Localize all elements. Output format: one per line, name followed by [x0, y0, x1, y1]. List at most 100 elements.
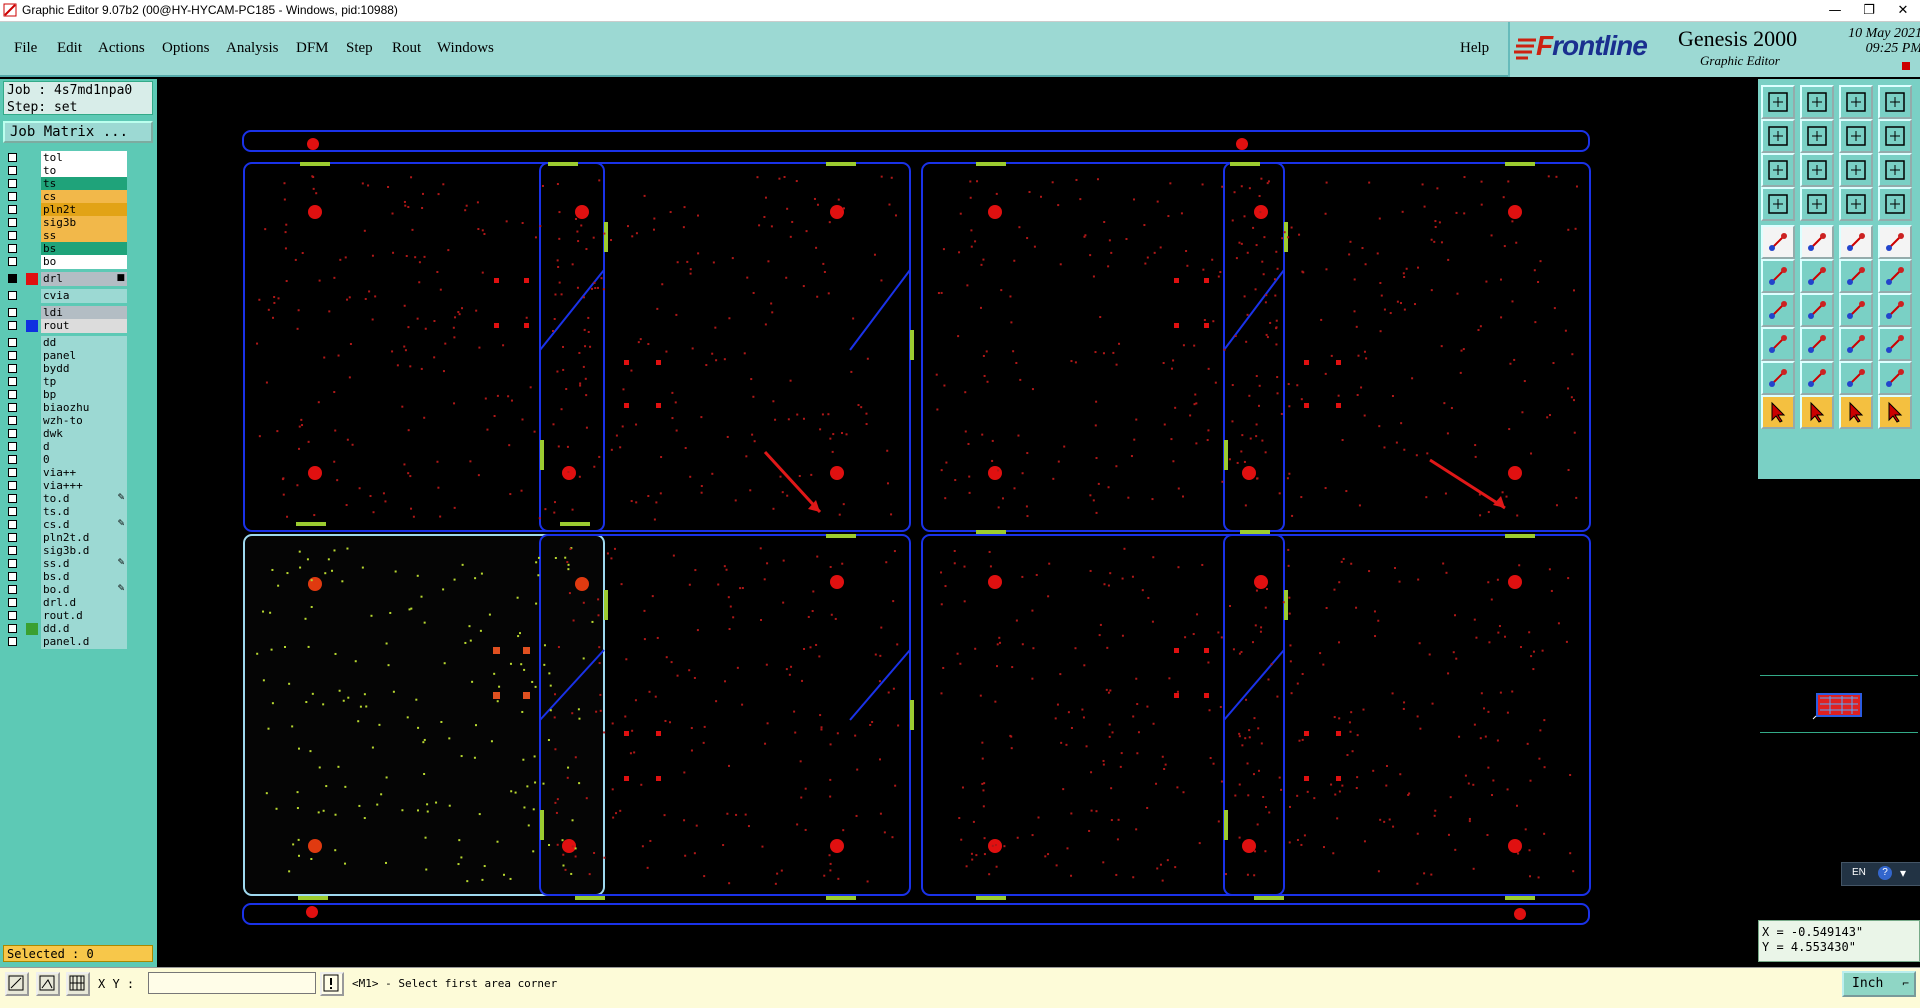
- close-button[interactable]: ✕: [1886, 0, 1920, 22]
- layer-color-swatch[interactable]: [22, 466, 40, 480]
- polygon-button[interactable]: [1839, 361, 1873, 395]
- layer-name[interactable]: drl.d: [41, 596, 127, 610]
- panel-drawing[interactable]: [159, 80, 1757, 966]
- layer-checkbox[interactable]: [8, 572, 17, 581]
- layer-color-swatch[interactable]: [22, 440, 40, 454]
- connect-button[interactable]: [1761, 259, 1795, 293]
- layer-checkbox[interactable]: [8, 205, 17, 214]
- layer-name[interactable]: cs: [41, 190, 127, 204]
- layer-name[interactable]: ss: [41, 229, 127, 243]
- layer-checkbox[interactable]: [8, 390, 17, 399]
- layer-checkbox[interactable]: [8, 559, 17, 568]
- xy-input[interactable]: [148, 972, 316, 994]
- layer-checkbox[interactable]: [8, 192, 17, 201]
- layer-checkbox[interactable]: [8, 351, 17, 360]
- layer-checkbox[interactable]: [8, 585, 17, 594]
- layer-name[interactable]: bs: [41, 242, 127, 256]
- layer-checkbox[interactable]: [8, 455, 17, 464]
- layer-color-swatch[interactable]: [22, 492, 40, 506]
- units-selector[interactable]: Inch ⌐: [1842, 971, 1916, 997]
- layer-color-swatch[interactable]: [22, 151, 40, 165]
- layer-name[interactable]: to: [41, 164, 127, 178]
- overview-map[interactable]: [1760, 675, 1918, 733]
- layer-name[interactable]: ts.d: [41, 505, 127, 519]
- layer-row-drl[interactable]: drl ■: [5, 272, 127, 287]
- layer-name[interactable]: dwk: [41, 427, 127, 441]
- line-split-button[interactable]: [1878, 259, 1912, 293]
- arc-button[interactable]: [1839, 293, 1873, 327]
- layer-name[interactable]: 0: [41, 453, 127, 467]
- grid-button[interactable]: [66, 972, 90, 996]
- layer-checkbox[interactable]: [8, 179, 17, 188]
- layer-color-swatch[interactable]: [22, 622, 40, 636]
- layer-checkbox[interactable]: [8, 364, 17, 373]
- menu-help[interactable]: Help: [1460, 40, 1489, 57]
- layer-checkbox[interactable]: [8, 429, 17, 438]
- menu-dfm[interactable]: DFM: [296, 40, 329, 57]
- layer-color-swatch[interactable]: [22, 388, 40, 402]
- layer-checkbox[interactable]: [8, 244, 17, 253]
- draw-line-button[interactable]: [1761, 293, 1795, 327]
- layer-name[interactable]: bp: [41, 388, 127, 402]
- job-matrix-button[interactable]: Job Matrix ...: [3, 121, 153, 143]
- layer-name[interactable]: tp: [41, 375, 127, 389]
- layer-color-swatch[interactable]: [22, 570, 40, 584]
- layer-checkbox[interactable]: [8, 321, 17, 330]
- scale-button[interactable]: [1839, 153, 1873, 187]
- layer-name[interactable]: panel: [41, 349, 127, 363]
- layer-checkbox[interactable]: [8, 308, 17, 317]
- align-button[interactable]: [1878, 293, 1912, 327]
- layer-color-swatch[interactable]: [22, 427, 40, 441]
- layer-checkbox[interactable]: [8, 291, 17, 300]
- route-button[interactable]: [1878, 395, 1912, 429]
- layer-color-swatch[interactable]: [22, 557, 40, 571]
- select-area-button[interactable]: [1800, 225, 1834, 259]
- group-button[interactable]: [1878, 327, 1912, 361]
- layer-checkbox[interactable]: [8, 533, 17, 542]
- layer-color-swatch[interactable]: [22, 596, 40, 610]
- layer-name[interactable]: sig3b: [41, 216, 127, 230]
- layer-checkbox[interactable]: [8, 520, 17, 529]
- layer-name[interactable]: rout.d: [41, 609, 127, 623]
- layer-checkbox[interactable]: [8, 257, 17, 266]
- graphic-canvas[interactable]: [159, 80, 1757, 966]
- layer-name[interactable]: bo: [41, 255, 127, 269]
- polygon2-button[interactable]: [1878, 361, 1912, 395]
- alert-button[interactable]: [320, 972, 344, 996]
- layer-color-swatch[interactable]: [22, 229, 40, 243]
- layer-color-swatch[interactable]: [22, 635, 40, 649]
- layer-checkbox[interactable]: [8, 377, 17, 386]
- layer-color-swatch[interactable]: [22, 401, 40, 415]
- layer-name[interactable]: pln2t: [41, 203, 127, 217]
- layer-checkbox[interactable]: [8, 481, 17, 490]
- layer-name[interactable]: ldi: [41, 306, 127, 320]
- layer-checkbox[interactable]: [8, 218, 17, 227]
- layer-color-swatch[interactable]: [22, 177, 40, 191]
- zoom-fit-button[interactable]: [1800, 153, 1834, 187]
- layer-name[interactable]: bs.d: [41, 570, 127, 584]
- layer-name[interactable]: dd.d: [41, 622, 127, 636]
- layer-sort-button[interactable]: [1878, 187, 1912, 221]
- layer-color-swatch[interactable]: [22, 518, 40, 532]
- layer-color-swatch[interactable]: [22, 336, 40, 350]
- layer-name[interactable]: wzh-to: [41, 414, 127, 428]
- snap-button[interactable]: [1839, 327, 1873, 361]
- layer-checkbox[interactable]: [8, 507, 17, 516]
- line-move-button[interactable]: [1800, 327, 1834, 361]
- layer-checkbox[interactable]: [8, 416, 17, 425]
- draw-line2-button[interactable]: [1800, 293, 1834, 327]
- pan-right-button[interactable]: [1800, 119, 1834, 153]
- layer-color-swatch[interactable]: [22, 505, 40, 519]
- layer-color-swatch[interactable]: [22, 479, 40, 493]
- cross-button[interactable]: [1800, 259, 1834, 293]
- layer-name[interactable]: ts: [41, 177, 127, 191]
- view-bottom-button[interactable]: [1800, 85, 1834, 119]
- layer-checkbox[interactable]: [8, 637, 17, 646]
- layer-checkbox[interactable]: [8, 153, 17, 162]
- layer-color-swatch[interactable]: [22, 544, 40, 558]
- menu-file[interactable]: File: [14, 40, 37, 57]
- triangle2-button[interactable]: [1800, 361, 1834, 395]
- layer-checkbox[interactable]: [8, 338, 17, 347]
- ime-bar[interactable]: EN ? ▾: [1841, 862, 1920, 886]
- triangle-button[interactable]: [1761, 361, 1795, 395]
